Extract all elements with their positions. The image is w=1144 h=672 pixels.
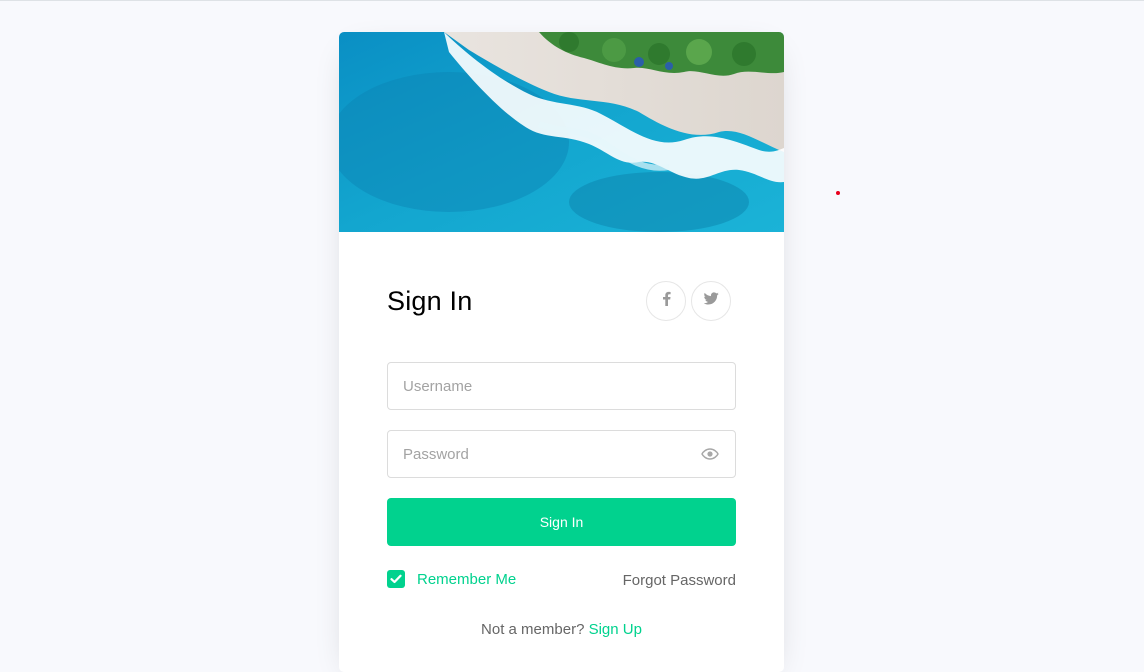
check-icon[interactable] — [387, 570, 405, 588]
remember-me-checkbox[interactable]: Remember Me — [387, 570, 516, 588]
cursor-dot — [836, 191, 840, 195]
facebook-button[interactable] — [646, 281, 686, 321]
password-input[interactable] — [387, 430, 736, 478]
hero-image — [339, 32, 784, 232]
top-border — [0, 0, 1144, 1]
username-input[interactable] — [387, 362, 736, 410]
twitter-icon — [703, 292, 719, 310]
eye-icon[interactable] — [701, 446, 719, 462]
signup-prompt-line: Not a member? Sign Up — [339, 621, 784, 638]
facebook-icon — [662, 291, 671, 311]
sign-up-link[interactable]: Sign Up — [589, 621, 642, 638]
remember-me-label: Remember Me — [417, 570, 517, 588]
sign-in-button[interactable]: Sign In — [387, 498, 736, 546]
signup-prompt-text: Not a member? — [481, 621, 585, 638]
twitter-button[interactable] — [691, 281, 731, 321]
login-card: Sign In Sign In Remember Me Forgot Passw… — [339, 32, 784, 672]
page-title: Sign In — [387, 286, 473, 316]
forgot-password-link[interactable]: Forgot Password — [623, 572, 736, 589]
